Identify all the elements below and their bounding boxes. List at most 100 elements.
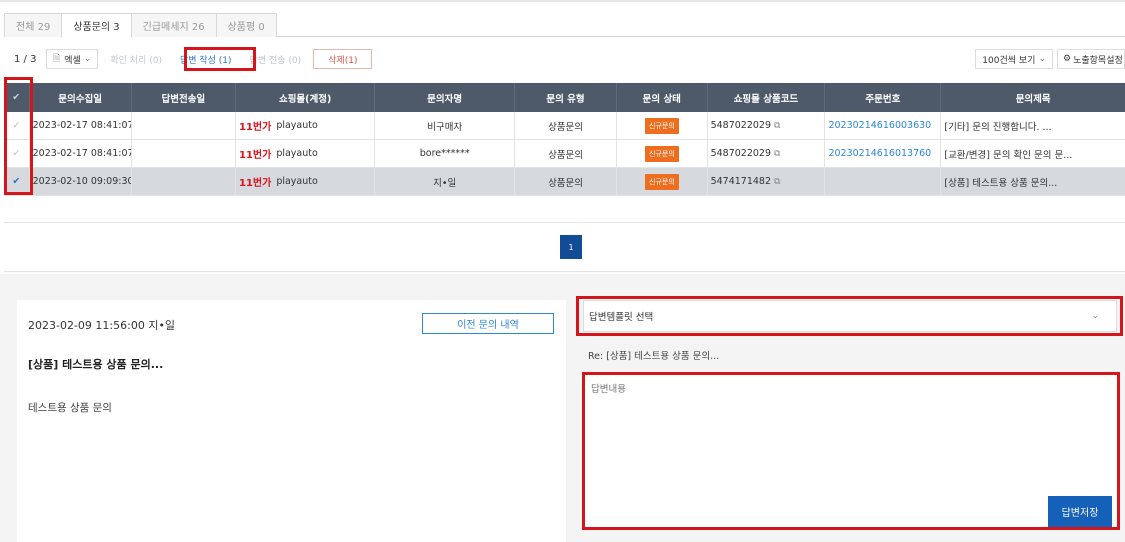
cell-product-code: 5487022029 ⧉ xyxy=(708,112,826,139)
delete-button[interactable]: 삭제(1) xyxy=(313,49,373,69)
col-name[interactable]: 문의자명 xyxy=(375,83,515,112)
inquiry-date-author: 2023-02-09 11:56:00 지•일 xyxy=(28,319,176,332)
external-link-icon[interactable]: ⧉ xyxy=(774,121,780,131)
excel-icon: 🗎 xyxy=(53,54,61,64)
product-code: 5487022029 xyxy=(710,120,772,131)
status-badge: 신규문의 xyxy=(644,145,679,162)
order-number-link[interactable] xyxy=(825,168,942,195)
answer-textarea[interactable] xyxy=(584,374,1119,529)
cell-type: 상품문의 xyxy=(515,140,618,167)
col-mall[interactable]: 쇼핑몰(계정) xyxy=(236,83,376,112)
cell-status: 신규문의 xyxy=(617,168,708,195)
inquiry-body: 테스트용 상품 문의 xyxy=(28,402,112,414)
template-select-label: 답변템플릿 선택 xyxy=(589,312,654,323)
chevron-down-icon: ⌄ xyxy=(1038,54,1046,64)
send-answer-button[interactable]: 답변 전송 (0) xyxy=(243,49,308,69)
cell-sent xyxy=(132,140,236,167)
col-collected[interactable]: 문의수집일 xyxy=(30,83,132,112)
cell-title: [기타] 문의 진행합니다. ... xyxy=(944,121,1052,133)
col-product-code[interactable]: 쇼핑몰 상품코드 xyxy=(708,83,826,112)
cell-name: 지•일 xyxy=(375,168,515,195)
cell-product-code: 5474171482 ⧉ xyxy=(708,168,826,195)
cell-collected: 2023-02-10 09:09:30 xyxy=(30,168,132,195)
table-row[interactable]: ✓ 2023-02-17 08:41:07 11번가 playauto bore*… xyxy=(4,140,1125,168)
top-border xyxy=(0,0,1125,2)
cell-mall: 11번가 playauto xyxy=(236,112,376,139)
inquiry-table: ✔ 문의수집일 답변전송일 쇼핑몰(계정) 문의자명 문의 유형 문의 상태 쇼… xyxy=(4,83,1125,196)
gear-icon: ⚙ xyxy=(1063,54,1072,64)
account-name: playauto xyxy=(276,120,318,131)
col-status[interactable]: 문의 상태 xyxy=(617,83,708,112)
product-code: 5474171482 xyxy=(710,176,772,187)
excel-label: 엑셀 xyxy=(64,55,81,66)
col-sent[interactable]: 답변전송일 xyxy=(132,83,236,112)
per-page-select[interactable]: 100건씩 보기 ⌄ xyxy=(975,49,1053,69)
product-code: 5487022029 xyxy=(710,148,772,159)
chevron-down-icon: ⌄ xyxy=(1091,311,1099,321)
answer-template-select[interactable]: 답변템플릿 선택 ⌄ xyxy=(583,300,1117,332)
external-link-icon[interactable]: ⧉ xyxy=(774,177,780,187)
reply-panel: 답변템플릿 선택 ⌄ Re: [상품] 테스트용 상품 문의... 답변저장 xyxy=(578,296,1125,542)
inquiry-title: [상품] 테스트용 상품 문의... xyxy=(28,358,164,371)
check-icon: ✔ xyxy=(12,92,21,103)
order-number-link[interactable]: 20230214616003630 xyxy=(825,112,942,139)
cell-title: [상품] 테스트용 상품 문의... xyxy=(944,177,1058,189)
confirm-button[interactable]: 확인 처리 (0) xyxy=(104,49,168,69)
tab-all[interactable]: 전체 29 xyxy=(4,13,63,37)
cell-status: 신규문의 xyxy=(617,140,708,167)
table-row[interactable]: ✔ 2023-02-10 09:09:30 11번가 playauto 지•일 상… xyxy=(4,168,1125,196)
page-1-button[interactable]: 1 xyxy=(560,235,582,259)
col-title[interactable]: 문의제목 xyxy=(941,83,1125,112)
11st-logo: 11번가 xyxy=(238,122,272,133)
table-row[interactable]: ✓ 2023-02-17 08:41:07 11번가 playauto 비구매자 … xyxy=(4,112,1125,140)
toolbar: 1 / 3 🗎 엑셀 ⌄ 확인 처리 (0) 답변 작성 (1) 답변 전송 (… xyxy=(4,46,1125,72)
select-all-checkbox[interactable]: ✔ xyxy=(4,83,30,112)
tab-product-review[interactable]: 상품평 0 xyxy=(215,13,277,37)
external-link-icon[interactable]: ⧉ xyxy=(774,149,780,159)
row-checkbox[interactable]: ✓ xyxy=(4,140,30,167)
tab-product-inquiry[interactable]: 상품문의 3 xyxy=(61,13,132,38)
cell-product-code: 5487022029 ⧉ xyxy=(708,140,826,167)
cell-collected: 2023-02-17 08:41:07 xyxy=(30,112,132,139)
order-number-link[interactable]: 20230214616013760 xyxy=(825,140,942,167)
cell-mall: 11번가 playauto xyxy=(236,168,376,195)
write-answer-button[interactable]: 답변 작성 (1) xyxy=(173,49,238,69)
column-settings-button[interactable]: ⚙ 노출항목설정 xyxy=(1057,49,1125,69)
cell-title: [교환/변경] 문의 확인 문의 문... xyxy=(944,149,1073,161)
column-settings-label: 노출항목설정 xyxy=(1073,55,1123,66)
cell-type: 상품문의 xyxy=(515,168,618,195)
excel-button[interactable]: 🗎 엑셀 ⌄ xyxy=(46,49,99,69)
row-checkbox[interactable]: ✔ xyxy=(4,168,30,195)
cell-name: bore****** xyxy=(375,140,515,167)
account-name: playauto xyxy=(276,148,318,159)
11st-logo: 11번가 xyxy=(238,178,272,189)
chevron-down-icon: ⌄ xyxy=(83,54,92,64)
check-icon: ✓ xyxy=(12,148,21,159)
previous-inquiries-button[interactable]: 이전 문의 내역 xyxy=(422,313,554,334)
reply-subject: Re: [상품] 테스트용 상품 문의... xyxy=(588,351,720,362)
save-answer-button[interactable]: 답변저장 xyxy=(1048,496,1112,527)
per-page-label: 100건씩 보기 xyxy=(982,55,1036,66)
cell-mall: 11번가 playauto xyxy=(236,140,376,167)
inquiry-detail-panel: 2023-02-09 11:56:00 지•일 이전 문의 내역 [상품] 테스… xyxy=(17,300,566,542)
cell-sent xyxy=(132,112,236,139)
check-icon: ✓ xyxy=(12,120,21,131)
page-indicator: 1 / 3 xyxy=(14,53,37,65)
tab-bar: 전체 29 상품문의 3 긴급메세지 26 상품평 0 xyxy=(4,13,1125,38)
cell-status: 신규문의 xyxy=(617,112,708,139)
row-checkbox[interactable]: ✓ xyxy=(4,112,30,139)
table-header: ✔ 문의수집일 답변전송일 쇼핑몰(계정) 문의자명 문의 유형 문의 상태 쇼… xyxy=(4,83,1125,112)
cell-type: 상품문의 xyxy=(515,112,618,139)
cell-name: 비구매자 xyxy=(375,112,515,139)
check-icon: ✔ xyxy=(12,176,21,187)
right-tools: 100건씩 보기 ⌄ ⚙ 노출항목설정 xyxy=(975,49,1125,69)
tab-urgent-message[interactable]: 긴급메세지 26 xyxy=(130,13,217,37)
col-order[interactable]: 주문번호 xyxy=(825,83,942,112)
account-name: playauto xyxy=(276,176,318,187)
status-badge: 신규문의 xyxy=(644,117,679,134)
11st-logo: 11번가 xyxy=(238,150,272,161)
col-type[interactable]: 문의 유형 xyxy=(515,83,618,112)
cell-sent xyxy=(132,168,236,195)
cell-collected: 2023-02-17 08:41:07 xyxy=(30,140,132,167)
status-badge: 신규문의 xyxy=(644,173,679,190)
